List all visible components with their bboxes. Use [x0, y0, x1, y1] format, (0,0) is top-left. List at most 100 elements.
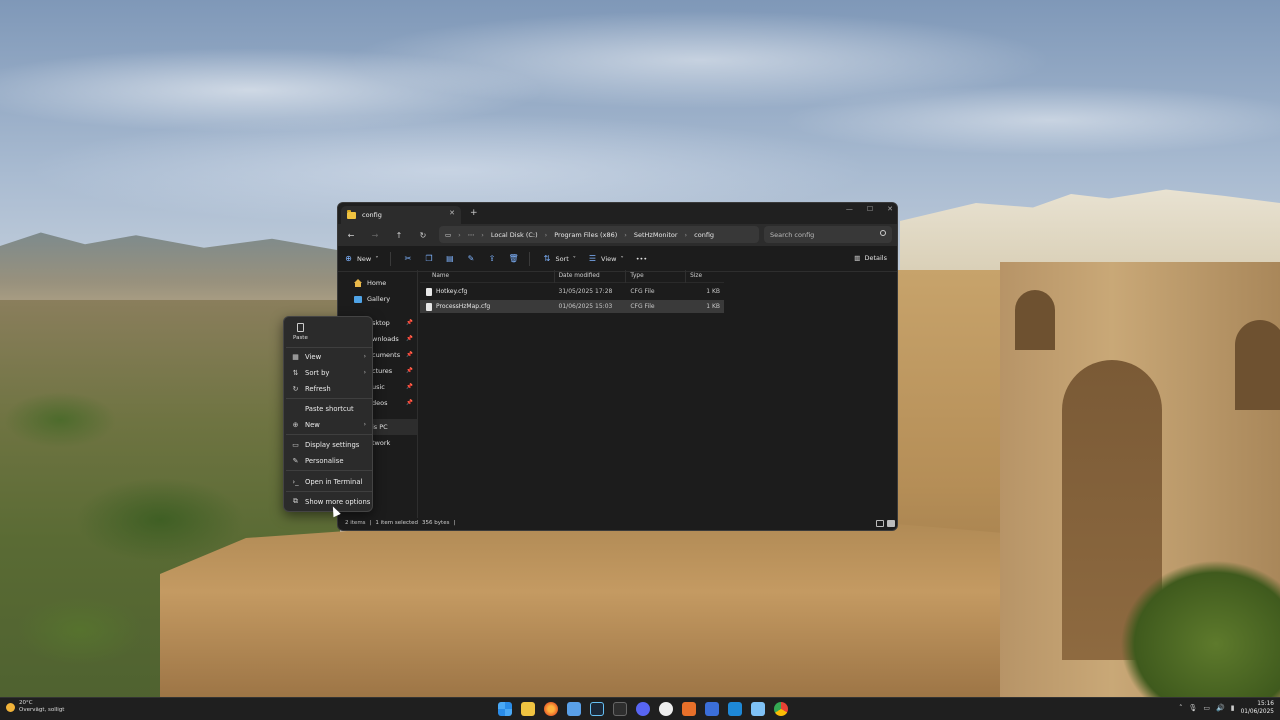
discord-icon[interactable]: [636, 702, 650, 716]
clock-date: 01/06/2025: [1240, 709, 1274, 715]
menu-item-open-in-terminal[interactable]: ›_ Open in Terminal: [284, 474, 374, 489]
file-type: CFG File: [630, 303, 655, 310]
new-tab-button[interactable]: +: [470, 208, 478, 218]
menu-divider: [286, 491, 372, 492]
view-button[interactable]: ☰ View ˅: [588, 254, 624, 263]
volume-icon[interactable]: 🔊: [1216, 704, 1225, 712]
search-input[interactable]: Search config: [764, 226, 892, 243]
menu-item-refresh[interactable]: ↻ Refresh: [284, 381, 374, 396]
sidebar-item-label: is PC: [372, 423, 388, 431]
sidebar-item-home[interactable]: Home: [338, 275, 417, 291]
share-icon[interactable]: ⇪: [487, 254, 496, 263]
breadcrumb-program-files[interactable]: Program Files (x86): [554, 231, 617, 239]
file-row-selected[interactable]: ProcessHzMap.cfg 01/06/2025 15:03 CFG Fi…: [420, 300, 724, 313]
app-light-icon[interactable]: [751, 702, 765, 716]
document-app-icon[interactable]: [567, 702, 581, 716]
steam-icon[interactable]: [590, 702, 604, 716]
status-item-count: 2 items: [345, 520, 366, 526]
up-icon[interactable]: ↑: [392, 231, 406, 240]
sidebar-item-label: sktop: [372, 319, 390, 327]
sidebar-item-label: Gallery: [367, 295, 391, 303]
monitor-icon: ▭: [445, 230, 452, 239]
menu-item-sort-by[interactable]: ⇅ Sort by ›: [284, 365, 374, 380]
gallery-icon: [354, 295, 362, 303]
breadcrumb-sethzmonitor[interactable]: SetHzMonitor: [634, 231, 678, 239]
chrome-icon[interactable]: [774, 702, 788, 716]
tab-close-icon[interactable]: ✕: [449, 209, 455, 217]
battery-icon[interactable]: ▮: [1231, 704, 1235, 712]
column-date-modified[interactable]: Date modified: [555, 269, 627, 283]
status-bar: 2 items | 1 item selected 356 bytes |: [338, 516, 897, 530]
taskbar-apps: [498, 702, 788, 716]
delete-icon[interactable]: 🗑: [508, 254, 518, 263]
microphone-icon[interactable]: 🎙: [1188, 704, 1197, 712]
sidebar-item-label: wnloads: [372, 335, 399, 343]
clock[interactable]: 15:16 01/06/2025: [1241, 700, 1274, 716]
file-explorer-window[interactable]: config ✕ + — ☐ ✕ ← → ↑ ↻ ▭ › ⋯ › Local D…: [337, 202, 898, 531]
close-window-icon[interactable]: ✕: [887, 205, 893, 213]
refresh-icon: ↻: [292, 384, 299, 393]
minimize-icon[interactable]: —: [846, 205, 853, 213]
breadcrumb-config[interactable]: config: [694, 231, 714, 239]
tiles-view-icon[interactable]: [887, 520, 895, 527]
menu-divider: [286, 434, 372, 435]
new-button[interactable]: ⊕ New ˅: [344, 254, 378, 263]
details-view-icon[interactable]: [876, 520, 884, 527]
menu-item-view[interactable]: ▦ View ›: [284, 349, 374, 364]
cut-icon[interactable]: ✂: [403, 254, 412, 263]
column-type[interactable]: Type: [626, 269, 687, 283]
menu-item-display-settings[interactable]: ▭ Display settings: [284, 437, 374, 452]
firefox-icon[interactable]: [544, 702, 558, 716]
toolbar-divider: [390, 251, 392, 266]
app-orange-icon[interactable]: [682, 702, 696, 716]
app-icon[interactable]: [613, 702, 627, 716]
file-row[interactable]: Hotkey.cfg 31/05/2025 17:28 CFG File 1 K…: [420, 285, 724, 298]
menu-item-personalise[interactable]: ✎ Personalise: [284, 453, 374, 468]
chevron-right-icon: ›: [684, 230, 688, 239]
title-bar[interactable]: config ✕ + — ☐ ✕: [338, 203, 897, 224]
refresh-icon[interactable]: ↻: [416, 231, 430, 240]
menu-item-new[interactable]: ⊕ New ›: [284, 417, 374, 432]
start-icon[interactable]: [498, 702, 512, 716]
copy-icon[interactable]: ❐: [424, 254, 433, 263]
window-controls: — ☐ ✕: [846, 205, 893, 213]
context-paste-button[interactable]: Paste: [293, 323, 308, 341]
new-icon: ⊕: [292, 420, 299, 429]
sidebar-item-label: deos: [372, 399, 388, 407]
sort-icon: ⇅: [543, 254, 551, 263]
search-placeholder: Search config: [770, 230, 815, 239]
breadcrumb-local-disk[interactable]: Local Disk (C:): [491, 231, 538, 239]
address-bar[interactable]: ▭ › ⋯ › Local Disk (C:) › Program Files …: [439, 226, 759, 243]
chevron-right-icon: ›: [544, 230, 548, 239]
menu-divider: [286, 347, 372, 348]
app-blue-icon[interactable]: [705, 702, 719, 716]
chevron-up-icon[interactable]: ˄: [1179, 704, 1183, 712]
column-name[interactable]: Name: [420, 269, 555, 283]
rename-icon[interactable]: ✎: [466, 254, 475, 263]
vscode-icon[interactable]: [728, 702, 742, 716]
file-type: CFG File: [630, 288, 655, 295]
paste-icon[interactable]: ▤: [445, 254, 454, 263]
tab-config[interactable]: config ✕: [341, 206, 461, 224]
sort-button[interactable]: ⇅ Sort ˅: [542, 254, 576, 263]
menu-item-show-more-options[interactable]: ⧉ Show more options: [284, 494, 374, 509]
plus-circle-icon: ⊕: [345, 254, 352, 263]
menu-item-label: Sort by: [305, 368, 330, 377]
github-icon[interactable]: [659, 702, 673, 716]
context-menu: Paste ▦ View › ⇅ Sort by › ↻ Refresh Pas…: [283, 316, 373, 512]
more-options-icon: ⧉: [293, 497, 298, 505]
forward-icon[interactable]: →: [368, 231, 382, 240]
sidebar-item-gallery[interactable]: Gallery: [338, 291, 417, 307]
weather-widget[interactable]: 20°C Overvägt, solligt: [6, 700, 64, 714]
ellipsis-icon[interactable]: ⋯: [468, 231, 475, 239]
network-icon[interactable]: ▭: [1203, 704, 1210, 712]
details-button[interactable]: ▥ Details: [854, 254, 887, 262]
column-size[interactable]: Size: [686, 270, 724, 283]
back-icon[interactable]: ←: [344, 231, 358, 240]
more-button[interactable]: •••: [636, 255, 648, 263]
file-explorer-icon[interactable]: [521, 702, 535, 716]
maximize-icon[interactable]: ☐: [867, 205, 873, 213]
menu-item-paste-shortcut[interactable]: Paste shortcut: [284, 401, 374, 416]
pin-icon: 📌: [406, 320, 413, 326]
menu-item-label: Paste shortcut: [305, 404, 354, 413]
